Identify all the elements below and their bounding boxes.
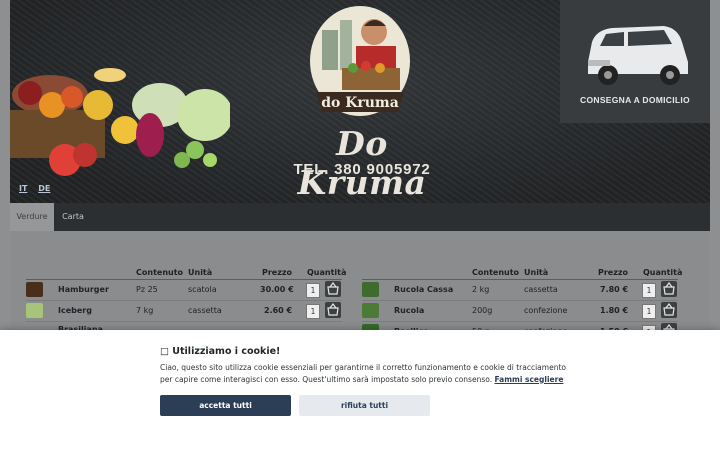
product-price: 7.80 € <box>600 285 629 294</box>
language-switcher: IT DE <box>19 184 58 193</box>
table-row: Hamburger Pz 25 scatola 30.00 € 1 <box>26 280 342 301</box>
product-price: 2.60 € <box>264 306 293 315</box>
add-to-cart-button[interactable] <box>325 281 341 297</box>
delivery-label: CONSEGNA A DOMICILIO <box>580 95 690 105</box>
product-unita: confezione <box>524 306 568 315</box>
product-thumbnail <box>26 282 43 297</box>
product-unita: cassetta <box>524 285 558 294</box>
product-contenuto: 200g <box>472 306 493 315</box>
col-quantita: Quantità <box>643 268 683 277</box>
logo-icon: do Kruma <box>310 6 410 116</box>
vegetables-image <box>10 68 230 176</box>
product-name: Rucola Cassa <box>394 285 454 294</box>
table-header: Contenuto Unità Prezzo Quantità <box>26 267 346 280</box>
table-row: Rucola 200g confezione 1.80 € 1 <box>362 301 678 322</box>
table-row: Iceberg 7 kg cassetta 2.60 € 1 Brasilian… <box>26 301 342 334</box>
quantity-input[interactable]: 1 <box>642 283 656 298</box>
product-unita: scatola <box>188 285 217 294</box>
cookie-icon: □ <box>160 346 169 357</box>
product-name: Hamburger <box>58 285 109 294</box>
product-unita: cassetta <box>188 306 222 315</box>
site-header: do Kruma Do Kruma TEL. 380 9005972 CONSE… <box>10 0 710 203</box>
col-prezzo: Prezzo <box>262 268 293 277</box>
product-contenuto: 2 kg <box>472 285 490 294</box>
page-frame-right <box>710 0 720 330</box>
product-table-left: Contenuto Unità Prezzo Quantità Hamburge… <box>26 267 346 334</box>
page: do Kruma Do Kruma TEL. 380 9005972 CONSE… <box>0 0 720 450</box>
col-contenuto: Contenuto <box>136 268 184 277</box>
cookie-preferences-link[interactable]: Fammi scegliere <box>494 375 563 384</box>
product-thumbnail <box>362 303 379 318</box>
cookie-title: □ Utilizziamo i cookie! <box>160 346 280 357</box>
add-to-cart-button[interactable] <box>661 281 677 297</box>
quantity-input[interactable]: 1 <box>306 304 320 319</box>
basket-icon <box>663 303 675 316</box>
product-content: Contenuto Unità Prezzo Quantità Hamburge… <box>10 231 710 343</box>
product-contenuto: Pz 25 <box>136 285 158 294</box>
tab-carta[interactable]: Carta <box>54 203 92 231</box>
quantity-input[interactable]: 1 <box>642 304 656 319</box>
col-quantita: Quantità <box>307 268 347 277</box>
add-to-cart-button[interactable] <box>325 302 341 318</box>
col-unita: Unità <box>188 268 213 277</box>
quantity-input[interactable]: 1 <box>306 283 320 298</box>
product-contenuto: 7 kg <box>136 306 154 315</box>
col-unita: Unità <box>524 268 549 277</box>
product-name: Rucola <box>394 306 425 315</box>
product-name: Iceberg <box>58 306 92 315</box>
accept-all-button[interactable]: accetta tutti <box>160 395 291 416</box>
add-to-cart-button[interactable] <box>661 302 677 318</box>
basket-icon <box>327 303 339 316</box>
col-prezzo: Prezzo <box>598 268 629 277</box>
col-contenuto: Contenuto <box>472 268 520 277</box>
cookie-banner: □ Utilizziamo i cookie! Ciao, questo sit… <box>0 330 720 450</box>
cookie-description: Ciao, questo sito utilizza cookie essenz… <box>160 362 580 385</box>
product-thumbnail <box>26 303 43 318</box>
language-it[interactable]: IT <box>19 184 27 193</box>
phone-number: TEL. 380 9005972 <box>293 161 431 178</box>
basket-icon <box>663 282 675 295</box>
page-frame-left <box>0 0 10 330</box>
cookie-title-text: Utilizziamo i cookie! <box>172 346 281 357</box>
tab-verdure[interactable]: Verdure <box>10 203 54 231</box>
product-thumbnail <box>362 282 379 297</box>
basket-icon <box>327 282 339 295</box>
product-price: 1.80 € <box>600 306 629 315</box>
reject-all-button[interactable]: rifiuta tutti <box>299 395 430 416</box>
table-header: Contenuto Unità Prezzo Quantità <box>362 267 682 280</box>
table-row: Rucola Cassa 2 kg cassetta 7.80 € 1 <box>362 280 678 301</box>
language-de[interactable]: DE <box>38 184 50 193</box>
svg-text:do Kruma: do Kruma <box>321 95 399 111</box>
category-tabs: Verdure Carta <box>10 203 710 231</box>
delivery-banner[interactable]: CONSEGNA A DOMICILIO <box>560 0 710 123</box>
product-price: 30.00 € <box>260 285 294 294</box>
delivery-car-icon <box>588 26 688 85</box>
